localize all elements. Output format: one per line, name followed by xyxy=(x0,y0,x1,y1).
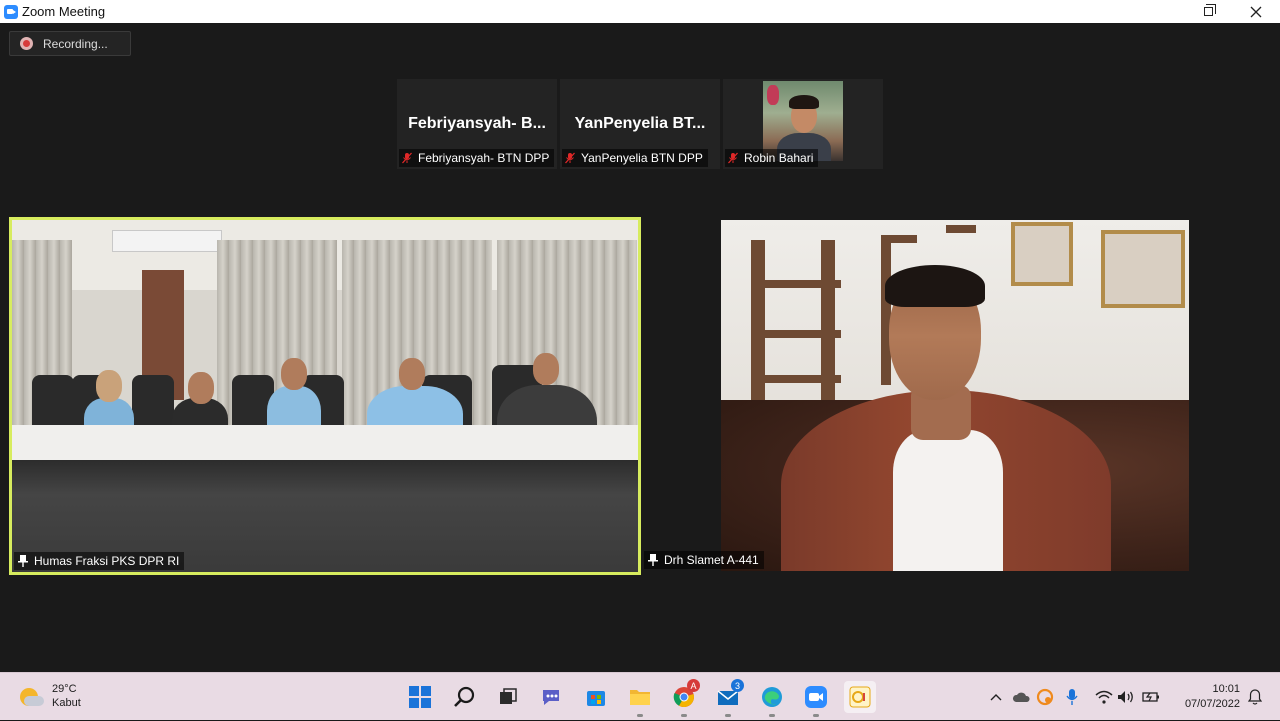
microphone-icon xyxy=(1066,689,1078,705)
participant-thumbnail[interactable]: Febriyansyah- B... Febriyansyah- BTN DPP xyxy=(397,79,557,169)
zoom-icon xyxy=(805,686,827,708)
participant-name-tag: Drh Slamet A-441 xyxy=(644,551,764,569)
clock-time: 10:01 xyxy=(1212,683,1240,695)
cloud-icon xyxy=(1012,692,1030,702)
start-button[interactable] xyxy=(404,681,436,713)
weather-fog-icon xyxy=(18,684,44,708)
chevron-up-icon xyxy=(990,694,1002,701)
participant-name-tag: Febriyansyah- BTN DPP xyxy=(399,149,555,167)
participant-name-tag: Robin Bahari xyxy=(725,149,819,167)
app-icon xyxy=(849,686,871,708)
notifications-button[interactable] xyxy=(1244,673,1266,721)
meeting-area: Recording... Febriyansyah- B... Febriyan… xyxy=(0,23,1280,672)
participant-name: Humas Fraksi PKS DPR RI xyxy=(34,554,180,568)
weather-condition: Kabut xyxy=(52,697,81,709)
store-button[interactable] xyxy=(580,681,612,713)
onedrive-tray[interactable] xyxy=(1010,673,1032,721)
window-title-bar: Zoom Meeting xyxy=(0,0,1280,23)
volume-icon xyxy=(1118,691,1133,703)
window-title: Zoom Meeting xyxy=(22,4,106,19)
participant-name: Drh Slamet A-441 xyxy=(664,553,759,567)
battery-icon xyxy=(1142,692,1159,702)
mic-muted-icon xyxy=(564,152,576,164)
zoom-button[interactable] xyxy=(800,681,832,717)
chat-button[interactable] xyxy=(536,681,568,713)
recording-indicator[interactable]: Recording... xyxy=(9,31,131,56)
mic-muted-icon xyxy=(727,152,739,164)
mail-button[interactable]: 3 xyxy=(712,679,744,717)
participant-name-tag: YanPenyelia BTN DPP xyxy=(562,149,708,167)
restore-icon xyxy=(1203,4,1216,16)
participant-name-tag: Humas Fraksi PKS DPR RI xyxy=(14,552,185,570)
participant-name: Febriyansyah- BTN DPP xyxy=(418,151,550,165)
microphone-tray[interactable] xyxy=(1062,673,1082,721)
store-icon xyxy=(587,691,605,706)
orange-status-icon xyxy=(1036,688,1054,706)
close-button[interactable] xyxy=(1233,0,1279,23)
wifi-tray[interactable] xyxy=(1094,673,1114,721)
clock-date: 07/07/2022 xyxy=(1184,698,1240,710)
task-view-button[interactable] xyxy=(492,681,524,713)
search-icon xyxy=(454,686,475,707)
battery-tray[interactable] xyxy=(1140,673,1162,721)
task-view-icon xyxy=(500,688,517,704)
notification-badge: A xyxy=(687,679,700,692)
mic-muted-icon xyxy=(401,152,413,164)
participant-display-name: Febriyansyah- B... xyxy=(408,115,546,132)
file-explorer-button[interactable] xyxy=(624,681,656,717)
recording-label: Recording... xyxy=(43,36,108,51)
zoom-app-icon xyxy=(4,4,18,19)
notification-badge: 3 xyxy=(731,679,744,692)
record-icon xyxy=(20,37,33,50)
restore-button[interactable] xyxy=(1185,0,1231,23)
bell-icon xyxy=(1248,689,1262,705)
windows-icon xyxy=(409,686,431,708)
chrome-button[interactable]: A xyxy=(668,679,700,717)
main-video-active-speaker[interactable]: Humas Fraksi PKS DPR RI xyxy=(9,217,641,575)
weather-temperature: 29°C xyxy=(52,683,77,695)
show-hidden-icons-button[interactable] xyxy=(986,673,1006,721)
participant-display-name: YanPenyelia BT... xyxy=(574,115,706,132)
search-button[interactable] xyxy=(448,681,480,713)
participant-thumbnail[interactable]: YanPenyelia BT... YanPenyelia BTN DPP xyxy=(560,79,720,169)
close-icon xyxy=(1250,6,1262,17)
system-clock[interactable]: 10:01 07/07/2022 xyxy=(1168,682,1240,712)
folder-icon xyxy=(630,690,650,705)
participant-name: YanPenyelia BTN DPP xyxy=(581,151,703,165)
pin-icon xyxy=(18,555,28,567)
wifi-icon xyxy=(1095,690,1113,704)
chat-icon xyxy=(543,690,559,705)
participant-thumbnail[interactable]: Robin Bahari xyxy=(723,79,883,169)
status-tray[interactable] xyxy=(1034,673,1056,721)
participant-name: Robin Bahari xyxy=(744,151,814,165)
app-button[interactable] xyxy=(844,681,876,713)
volume-tray[interactable] xyxy=(1116,673,1136,721)
pin-icon xyxy=(648,554,658,566)
edge-button[interactable] xyxy=(756,681,788,717)
edge-icon xyxy=(762,687,782,707)
taskbar: 29°C Kabut A 3 10:01 07/07/2022 xyxy=(0,672,1280,720)
weather-widget[interactable]: 29°C Kabut xyxy=(18,682,81,710)
main-video[interactable] xyxy=(721,220,1189,571)
